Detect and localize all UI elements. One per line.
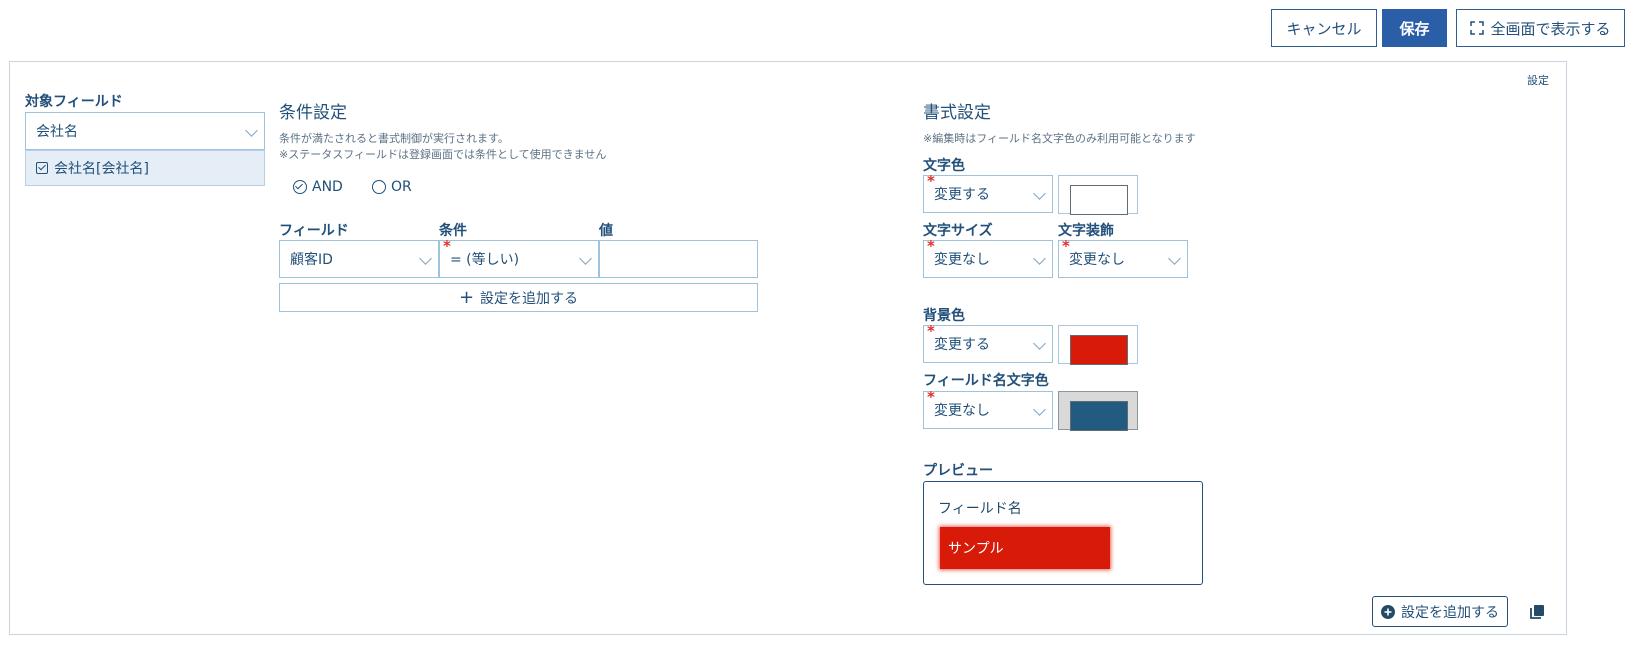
fullscreen-icon [1470,21,1485,35]
plus-circle-icon [1381,604,1395,619]
preview-box: フィールド名 サンプル [923,481,1203,585]
checkbox-checked-icon [36,162,48,174]
cancel-label: キャンセル [1286,19,1362,38]
condition-field-select[interactable]: 顧客ID [279,240,439,278]
chevron-down-icon [1033,403,1046,416]
cancel-button[interactable]: キャンセル [1271,9,1377,47]
field-name-color-value: 変更なし [934,403,990,419]
field-name-color-picker[interactable] [1058,391,1138,431]
target-field-select[interactable]: 会社名 [25,112,265,150]
format-note: ※編集時はフィールド名文字色のみ利用可能となります [923,132,1196,145]
target-field-label: 対象フィールド [25,94,123,110]
preview-label: プレビュー [923,463,993,479]
preview-field-name: フィールド名 [938,501,1022,517]
plus-icon: + [458,286,475,308]
target-field-value: 会社名 [36,124,78,140]
chevron-down-icon [579,252,592,265]
chevron-down-icon [1033,187,1046,200]
required-icon: * [927,322,935,340]
logic-and-label: AND [312,179,343,195]
required-icon: * [927,237,935,255]
preview-sample-text: サンプル [948,541,1004,557]
condition-field-value: 顧客ID [290,252,333,268]
text-color-swatch [1070,185,1128,215]
logic-or-radio[interactable]: OR [372,179,412,195]
chevron-down-icon [1168,252,1181,265]
required-icon: * [927,172,935,190]
condition-value-input[interactable] [599,240,758,278]
add-condition-button[interactable]: + 設定を追加する [279,283,758,312]
logic-or-label: OR [391,179,412,195]
add-setting-label: 設定を追加する [1401,604,1499,621]
bg-color-value: 変更する [934,337,990,353]
required-icon: * [443,237,451,255]
target-field-item-label: 会社名[会社名] [54,161,149,177]
condition-operator-value: = (等しい) [450,252,520,268]
text-size-select[interactable]: * 変更なし [923,237,1053,278]
required-icon: * [927,388,935,406]
add-setting-button[interactable]: 設定を追加する [1372,596,1508,627]
preview-sample: サンプル [940,527,1110,569]
text-decoration-select[interactable]: * 変更なし [1058,237,1188,278]
column-header-value: 値 [599,223,613,239]
text-color-picker[interactable] [1058,175,1138,215]
field-name-color-swatch [1070,401,1128,431]
chevron-down-icon [1033,337,1046,350]
fullscreen-button[interactable]: 全画面で表示する [1456,9,1625,47]
chevron-down-icon [1033,252,1046,265]
bg-color-swatch [1070,335,1128,365]
radio-unchecked-icon [372,180,386,194]
save-label: 保存 [1399,19,1430,38]
column-header-field: フィールド [279,223,349,239]
field-name-color-label: フィールド名文字色 [923,373,1049,389]
field-name-color-select[interactable]: * 変更なし [923,388,1053,429]
text-size-value: 変更なし [934,252,990,268]
conditions-note-1: 条件が満たされると書式制御が実行されます。 [279,132,509,145]
format-title: 書式設定 [923,103,991,123]
add-condition-label: 設定を追加する [480,290,579,307]
fullscreen-label: 全画面で表示する [1490,19,1611,38]
conditions-note-2: ※ステータスフィールドは登録画面では条件として使用できません [279,148,607,161]
logic-and-radio[interactable]: AND [293,179,343,195]
text-decoration-value: 変更なし [1069,252,1125,268]
chevron-down-icon [245,124,258,137]
bg-color-select[interactable]: * 変更する [923,322,1053,363]
text-color-select[interactable]: * 変更する [923,172,1053,213]
copy-icon[interactable] [1529,604,1545,620]
text-color-value: 変更する [934,187,990,203]
settings-panel: 設定 対象フィールド 会社名 会社名[会社名] 条件設定 条件が満たされると書式… [9,61,1567,635]
required-icon: * [1062,237,1070,255]
target-field-item[interactable]: 会社名[会社名] [25,150,265,186]
save-button[interactable]: 保存 [1382,9,1447,47]
condition-operator-select[interactable]: * = (等しい) [439,237,599,278]
chevron-down-icon [419,252,432,265]
settings-link[interactable]: 設定 [1527,72,1549,88]
conditions-title: 条件設定 [279,103,347,123]
radio-checked-icon [293,180,307,194]
bg-color-picker[interactable] [1058,325,1138,365]
